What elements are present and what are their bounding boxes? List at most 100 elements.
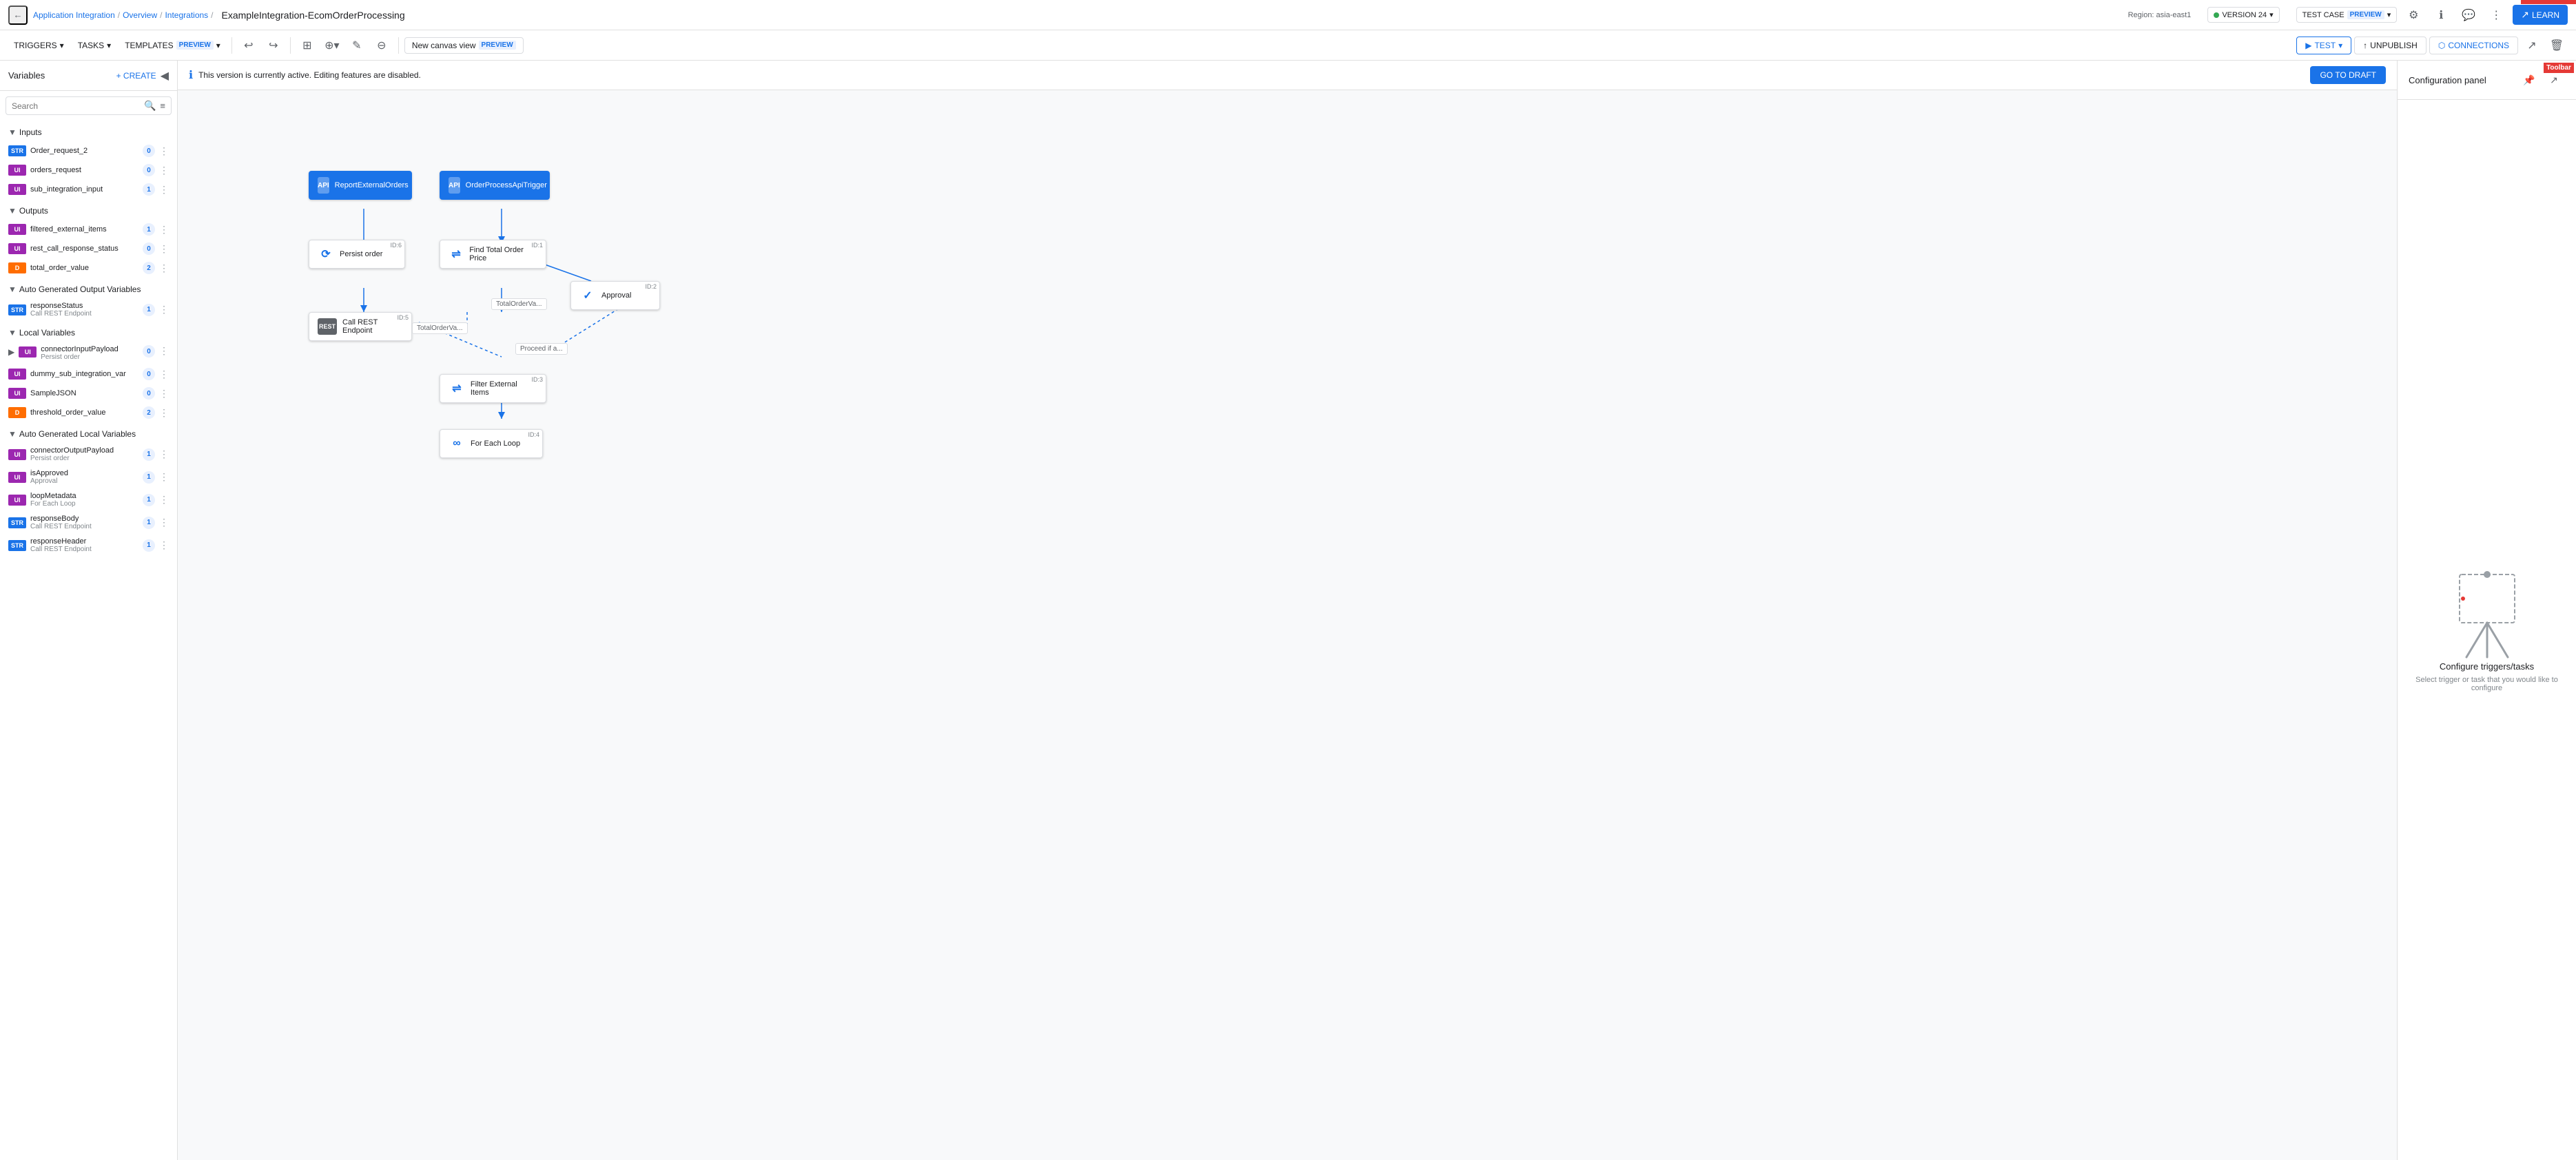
node-order-process-api-trigger[interactable]: API OrderProcessApiTrigger — [440, 171, 550, 200]
var-item-connector-input[interactable]: ▶ UI connectorInputPayload Persist order… — [6, 342, 172, 364]
node-filter-external-items[interactable]: ⇌ Filter External Items ID:3 — [440, 374, 546, 403]
var-more-loop-metadata[interactable]: ⋮ — [159, 494, 169, 506]
local-vars-section-header[interactable]: ▼ Local Variables — [6, 324, 172, 342]
templates-button[interactable]: TEMPLATES PREVIEW ▾ — [119, 38, 226, 53]
expand-connector-icon[interactable]: ▶ — [8, 347, 14, 357]
var-item-orders-request[interactable]: UI orders_request 0 ⋮ — [6, 160, 172, 180]
edit-button[interactable]: ✎ — [346, 34, 368, 56]
back-button[interactable]: ← — [8, 6, 28, 25]
delete-button[interactable]: 🗑 — [2546, 34, 2568, 56]
var-item-order-request[interactable]: STR Order_request_2 0 ⋮ — [6, 141, 172, 160]
var-more-order-request-2[interactable]: ⋮ — [159, 145, 169, 157]
node-for-each-loop[interactable]: ∞ For Each Loop ID:4 — [440, 429, 543, 458]
settings-button[interactable]: ⚙ — [2402, 4, 2424, 26]
var-type-ui-badge-7: UI — [8, 388, 26, 399]
var-count-order-request-2: 0 — [143, 145, 155, 157]
config-pin-button[interactable]: 📌 — [2518, 69, 2540, 91]
tasks-button[interactable]: TASKS ▾ — [72, 38, 117, 53]
breadcrumb-overview[interactable]: Overview — [123, 10, 157, 20]
var-more-orders-request[interactable]: ⋮ — [159, 165, 169, 176]
zoom-in-button[interactable]: ⊕ ▾ — [321, 34, 343, 56]
var-name-total-order-value: total_order_value — [30, 264, 138, 272]
version-button[interactable]: VERSION 24 ▾ — [2207, 7, 2279, 23]
var-more-connector-output[interactable]: ⋮ — [159, 448, 169, 460]
var-item-dummy-sub[interactable]: UI dummy_sub_integration_var 0 ⋮ — [6, 364, 172, 384]
var-item-response-body[interactable]: STR responseBody Call REST Endpoint 1 ⋮ — [6, 511, 172, 534]
test-case-button[interactable]: TEST CASE PREVIEW ▾ — [2296, 7, 2398, 23]
var-more-sample-json[interactable]: ⋮ — [159, 388, 169, 400]
var-more-rest-call-response[interactable]: ⋮ — [159, 243, 169, 255]
var-more-threshold[interactable]: ⋮ — [159, 407, 169, 419]
collapse-pane-icon[interactable]: ◀ — [161, 69, 169, 83]
zoom-out-button[interactable]: ⊖ — [371, 34, 393, 56]
var-item-is-approved[interactable]: UI isApproved Approval 1 ⋮ — [6, 466, 172, 488]
test-button[interactable]: ▶ TEST ▾ — [2296, 37, 2351, 54]
var-item-sub-integration-input[interactable]: UI sub_integration_input 1 ⋮ — [6, 180, 172, 199]
node-approval[interactable]: ✓ Approval ID:2 — [570, 281, 660, 310]
auto-local-vars-header[interactable]: ▼ Auto Generated Local Variables — [6, 425, 172, 443]
var-item-loop-metadata[interactable]: UI loopMetadata For Each Loop 1 ⋮ — [6, 488, 172, 511]
var-item-connector-output[interactable]: UI connectorOutputPayload Persist order … — [6, 443, 172, 466]
canvas-toggle-button[interactable]: New canvas view PREVIEW — [404, 37, 524, 54]
node-find-total-order-price[interactable]: ⇌ Find Total Order Price ID:1 — [440, 240, 546, 269]
node-persist-order[interactable]: ⟳ Persist order ID:6 — [309, 240, 405, 269]
var-item-filtered-external[interactable]: UI filtered_external_items 1 ⋮ — [6, 220, 172, 239]
var-more-dummy-sub[interactable]: ⋮ — [159, 369, 169, 380]
comment-icon: 💬 — [2462, 8, 2475, 22]
var-more-response-header[interactable]: ⋮ — [159, 539, 169, 551]
inputs-section-header[interactable]: ▼ Inputs — [6, 123, 172, 141]
var-more-total-order-value[interactable]: ⋮ — [159, 262, 169, 274]
layout-button[interactable]: ⊞ — [296, 34, 318, 56]
variables-pane: Variables + CREATE ◀ 🔍 ≡ ▼ Inputs STR Or… — [0, 61, 178, 1160]
more-button[interactable]: ⋮ — [2485, 4, 2507, 26]
config-pane-header: Configuration panel 📌 ↗ — [2398, 61, 2576, 100]
var-more-sub-integration-input[interactable]: ⋮ — [159, 184, 169, 196]
share-button[interactable]: ↗ — [2521, 34, 2543, 56]
var-item-response-header[interactable]: STR responseHeader Call REST Endpoint 1 … — [6, 534, 172, 557]
config-expand-button[interactable]: ↗ — [2543, 69, 2565, 91]
var-item-total-order-value[interactable]: D total_order_value 2 ⋮ — [6, 258, 172, 278]
var-item-threshold[interactable]: D threshold_order_value 2 ⋮ — [6, 403, 172, 422]
var-count-loop-metadata: 1 — [143, 494, 155, 506]
node-report-external-orders[interactable]: API ReportExternalOrders — [309, 171, 412, 200]
unpublish-button[interactable]: ↑ UNPUBLISH — [2354, 37, 2426, 54]
node-call-rest-endpoint[interactable]: REST Call REST Endpoint ID:5 — [309, 312, 412, 341]
create-variable-label: + CREATE — [116, 71, 156, 81]
auto-output-vars-header[interactable]: ▼ Auto Generated Output Variables — [6, 280, 172, 298]
undo-button[interactable]: ↩ — [238, 34, 260, 56]
breadcrumb-app[interactable]: Application Integration — [33, 10, 115, 20]
api-icon-order-process: API — [449, 177, 460, 194]
var-item-response-status[interactable]: STR responseStatus Call REST Endpoint 1 … — [6, 298, 172, 321]
var-more-response-status[interactable]: ⋮ — [159, 304, 169, 315]
delete-icon: 🗑 — [2550, 39, 2564, 52]
var-type-ui-badge-6: UI — [8, 369, 26, 380]
learn-button[interactable]: ↗ LEARN — [2513, 5, 2568, 25]
breadcrumb-integrations[interactable]: Integrations — [165, 10, 208, 20]
var-type-ui-badge: UI — [8, 165, 26, 176]
var-item-sample-json[interactable]: UI SampleJSON 0 ⋮ — [6, 384, 172, 403]
var-more-is-approved[interactable]: ⋮ — [159, 471, 169, 483]
var-item-rest-call-response[interactable]: UI rest_call_response_status 0 ⋮ — [6, 239, 172, 258]
create-variable-button[interactable]: + CREATE — [112, 68, 161, 83]
variable-search-input[interactable] — [12, 101, 140, 111]
connections-button[interactable]: ⬡ CONNECTIONS — [2429, 37, 2518, 54]
tasks-chevron: ▾ — [107, 41, 111, 50]
var-type-ui-badge-2: UI — [8, 184, 26, 195]
info-button[interactable]: ℹ — [2430, 4, 2452, 26]
triggers-button[interactable]: TRIGGERS ▾ — [8, 38, 70, 53]
unpublish-label: UNPUBLISH — [2370, 41, 2418, 50]
comment-button[interactable]: 💬 — [2457, 4, 2480, 26]
test-case-label: TEST CASE — [2302, 11, 2345, 19]
canvas-area[interactable]: API ReportExternalOrders API OrderProces… — [178, 88, 2397, 1160]
designer-canvas: ℹ This version is currently active. Edit… — [178, 61, 2397, 1160]
sort-icon[interactable]: ≡ — [160, 101, 165, 111]
outputs-section-header[interactable]: ▼ Outputs — [6, 202, 172, 220]
toolbar-separator-3 — [398, 37, 399, 54]
go-to-draft-button[interactable]: GO TO DRAFT — [2310, 66, 2386, 84]
var-more-response-body[interactable]: ⋮ — [159, 517, 169, 528]
outputs-chevron-icon: ▼ — [8, 206, 17, 216]
var-more-connector-input[interactable]: ⋮ — [159, 345, 169, 357]
redo-button[interactable]: ↪ — [262, 34, 285, 56]
search-icon: 🔍 — [144, 100, 156, 112]
var-more-filtered-external[interactable]: ⋮ — [159, 224, 169, 236]
